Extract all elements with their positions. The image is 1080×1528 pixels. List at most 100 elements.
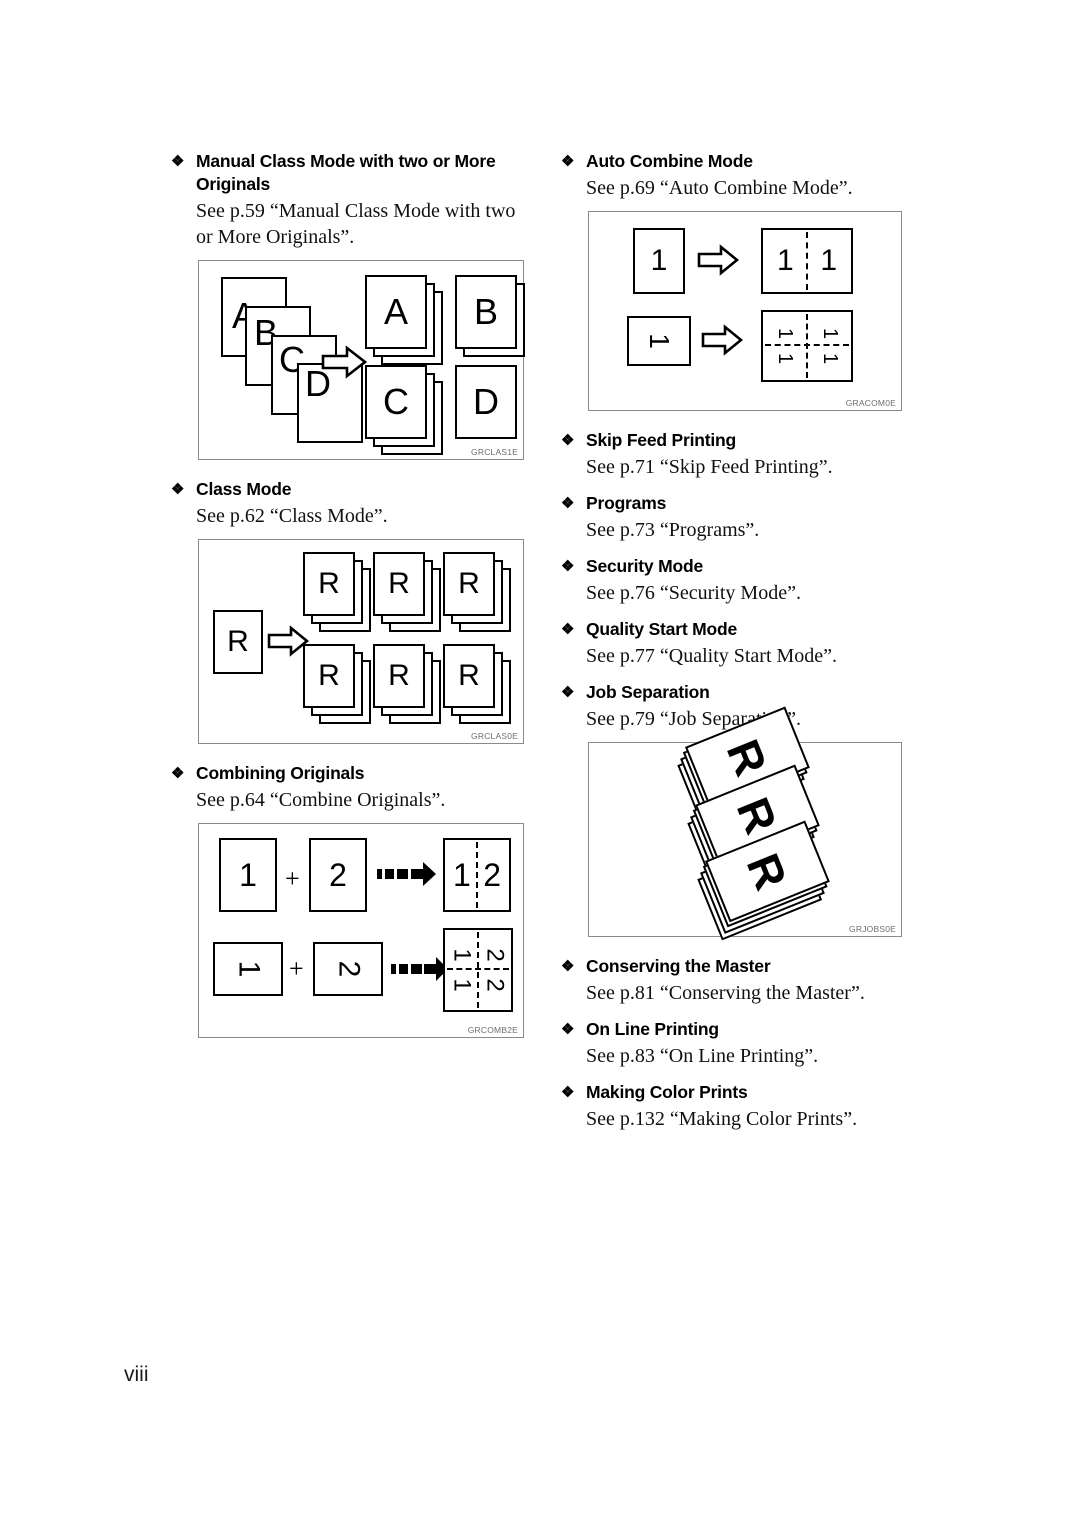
- heading-programs: ❖ Programs: [558, 492, 918, 515]
- figure-class-mode: R R R R R R R GRCLAS0E: [198, 539, 524, 744]
- combine-quad-3: 1: [448, 978, 476, 992]
- output-label-a: A: [365, 275, 427, 349]
- output-stack-2: R: [373, 552, 451, 638]
- combine-input-a-label: 1: [239, 856, 257, 893]
- bullet-icon: ❖: [561, 1021, 575, 1038]
- combine-input-b: 2: [309, 838, 367, 912]
- output-stack-a: A: [365, 275, 449, 367]
- entry-combining-originals: ❖ Combining Originals See p.64 “Combine …: [168, 762, 528, 1038]
- heading-on-line-printing: ❖ On Line Printing: [558, 1018, 918, 1041]
- heading-text: Conserving the Master: [586, 956, 771, 976]
- figure-combining-originals: 1 + 2 1 2 1 + 2 1 2 1 2 GRCOMB2E: [198, 823, 524, 1038]
- output-stack-3: R: [443, 552, 521, 638]
- entry-job-separation: ❖ Job Separation See p.79 “Job Separatio…: [558, 681, 918, 941]
- bullet-icon: ❖: [561, 621, 575, 638]
- body-class-mode: See p.62 “Class Mode”.: [196, 505, 388, 527]
- entry-conserving-the-master: ❖ Conserving the Master See p.81 “Conser…: [558, 955, 918, 1006]
- heading-quality-start-mode: ❖ Quality Start Mode: [558, 618, 918, 641]
- combine-quad-4: 2: [481, 978, 509, 992]
- arrow-right-outline-icon: [701, 324, 744, 361]
- body-combining-originals: See p.64 “Combine Originals”.: [196, 789, 446, 811]
- entry-auto-combine-mode: ❖ Auto Combine Mode See p.69 “Auto Combi…: [558, 150, 918, 411]
- heading-text: Job Separation: [586, 682, 710, 702]
- heading-manual-class-mode: ❖ Manual Class Mode with two or More Ori…: [168, 150, 528, 196]
- body-auto-combine-mode: See p.69 “Auto Combine Mode”.: [586, 177, 853, 199]
- heading-text: Quality Start Mode: [586, 619, 738, 639]
- heading-text: Programs: [586, 493, 667, 513]
- bullet-icon: ❖: [171, 153, 185, 170]
- figure-caption: GRCLAS0E: [471, 731, 518, 741]
- heading-text: Auto Combine Mode: [586, 151, 753, 171]
- job-label-1: R: [717, 732, 778, 783]
- bullet-icon: ❖: [561, 495, 575, 512]
- bullet-icon: ❖: [561, 958, 575, 975]
- body-quality-start-mode: See p.77 “Quality Start Mode”.: [586, 645, 838, 667]
- autocombine-quad-1: 1: [774, 327, 797, 340]
- autocombine-output-1: 1 1: [761, 228, 853, 294]
- entry-making-color-prints: ❖ Making Color Prints See p.132 “Making …: [558, 1081, 918, 1132]
- document-page: ❖ Manual Class Mode with two or More Ori…: [0, 0, 1080, 1528]
- output-stack-d: D: [455, 365, 535, 453]
- output-stack-c: C: [365, 365, 449, 457]
- heading-skip-feed-printing: ❖ Skip Feed Printing: [558, 429, 918, 452]
- combine-quad-2: 2: [481, 948, 509, 962]
- figure-caption: GRCOMB2E: [467, 1025, 518, 1035]
- arrow-right-outline-icon: [321, 345, 368, 384]
- bullet-icon: ❖: [561, 1084, 575, 1101]
- entry-on-line-printing: ❖ On Line Printing See p.83 “On Line Pri…: [558, 1018, 918, 1069]
- entry-skip-feed-printing: ❖ Skip Feed Printing See p.71 “Skip Feed…: [558, 429, 918, 480]
- body-manual-class-mode: See p.59 “Manual Class Mode with two or …: [196, 200, 516, 248]
- autocombine-quad-2: 1: [818, 327, 841, 340]
- body-on-line-printing: See p.83 “On Line Printing”.: [586, 1045, 819, 1067]
- combine-output-1: 1 2: [443, 838, 511, 912]
- output-stack-1: R: [303, 552, 381, 638]
- figure-caption: GRACOM0E: [845, 398, 896, 408]
- output-label-b: B: [455, 275, 517, 349]
- heading-text: Security Mode: [586, 556, 704, 576]
- output-stack-6: R: [443, 644, 521, 730]
- autocombine-output-2: 1 1 1 1: [761, 310, 853, 382]
- entry-security-mode: ❖ Security Mode See p.76 “Security Mode”…: [558, 555, 918, 606]
- combine-input-b-label: 2: [329, 856, 347, 893]
- autocombine-quad-4: 1: [818, 352, 841, 365]
- autocombine-input-1: 1: [633, 228, 685, 294]
- entry-manual-class-mode: ❖ Manual Class Mode with two or More Ori…: [168, 150, 528, 460]
- heading-conserving-the-master: ❖ Conserving the Master: [558, 955, 918, 978]
- output-label-4: R: [303, 644, 355, 708]
- autocombine-input-1-label: 1: [650, 244, 668, 277]
- bullet-icon: ❖: [561, 153, 575, 170]
- heading-making-color-prints: ❖ Making Color Prints: [558, 1081, 918, 1104]
- combine-input-a-rotated: 1: [213, 942, 283, 996]
- combine-input-b-rotated: 2: [313, 942, 383, 996]
- combine-input-b-rot-label: 2: [332, 960, 365, 978]
- combine-quad-1: 1: [448, 948, 476, 962]
- autocombine-out-left: 1: [777, 244, 794, 277]
- heading-text: Skip Feed Printing: [586, 430, 737, 450]
- combine-plus-2: +: [289, 954, 304, 983]
- combine-input-a: 1: [219, 838, 277, 912]
- body-conserving-the-master: See p.81 “Conserving the Master”.: [586, 982, 865, 1004]
- figure-auto-combine-mode: 1 1 1 1 1 1 1 1 GRACOM0E: [588, 211, 902, 411]
- combine-plus-1: +: [285, 864, 300, 893]
- output-stack-b: B: [455, 275, 535, 363]
- body-security-mode: See p.76 “Security Mode”.: [586, 582, 801, 604]
- combine-output-2: 1 2 1 2: [443, 928, 513, 1012]
- left-column: ❖ Manual Class Mode with two or More Ori…: [168, 150, 528, 1040]
- body-skip-feed-printing: See p.71 “Skip Feed Printing”.: [586, 456, 833, 478]
- combine-input-a-rot-label: 1: [232, 960, 265, 978]
- output-label-5: R: [373, 644, 425, 708]
- autocombine-quad-3: 1: [774, 352, 797, 365]
- figure-job-separation: R R R GRJOBS0E: [588, 706, 902, 941]
- heading-job-separation: ❖ Job Separation: [558, 681, 918, 704]
- autocombine-input-2-label: 1: [643, 333, 675, 349]
- sheet-label-r: R: [227, 625, 249, 658]
- job-label-3: R: [737, 846, 798, 897]
- heading-text: Combining Originals: [196, 763, 365, 783]
- output-label-1: R: [303, 552, 355, 616]
- bullet-icon: ❖: [171, 481, 185, 498]
- arrow-right-dashed-solid-icon: [391, 955, 449, 988]
- output-stack-4: R: [303, 644, 381, 730]
- autocombine-out-right: 1: [820, 244, 837, 277]
- bullet-icon: ❖: [561, 432, 575, 449]
- combine-output-left-label: 1: [453, 857, 471, 893]
